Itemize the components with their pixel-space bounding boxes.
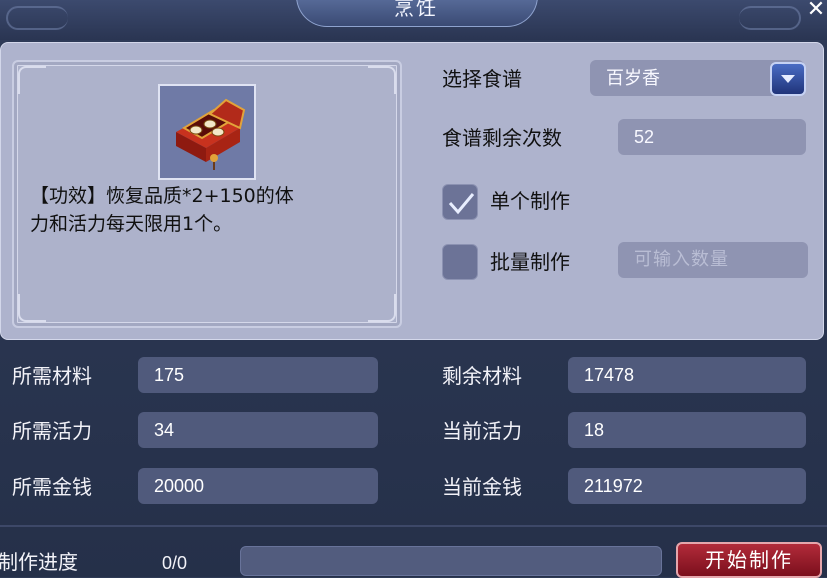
required-material-field: 175 (138, 357, 378, 393)
start-crafting-button[interactable]: 开始制作 (676, 542, 822, 578)
required-money-label: 所需金钱 (12, 475, 92, 499)
progress-label: 制作进度 (0, 550, 78, 574)
required-money-field: 20000 (138, 468, 378, 504)
close-icon[interactable]: ✕ (804, 0, 827, 22)
effect-line-1: 【功效】恢复品质*2+150的体 (30, 185, 294, 207)
batch-quantity-input[interactable]: 可输入数量 (618, 242, 808, 278)
remaining-count-field: 52 (618, 119, 806, 155)
batch-craft-label: 批量制作 (490, 250, 570, 274)
single-craft-checkbox[interactable] (442, 184, 478, 220)
chevron-down-icon (781, 75, 795, 83)
corner-ornament (368, 66, 396, 94)
checkmark-icon (448, 193, 475, 215)
effect-line-2: 力和活力每天限用1个。 (30, 213, 233, 235)
required-vitality-field: 34 (138, 412, 378, 448)
remaining-count-label: 食谱剩余次数 (442, 126, 562, 150)
batch-craft-checkbox[interactable] (442, 244, 478, 280)
item-slot[interactable] (158, 84, 256, 180)
corner-ornament (18, 66, 46, 94)
recipe-dropdown-button[interactable] (770, 62, 806, 96)
current-money-field: 211972 (568, 468, 806, 504)
recipe-label: 选择食谱 (442, 67, 522, 91)
single-craft-label: 单个制作 (490, 189, 570, 213)
corner-ornament (18, 294, 46, 322)
required-vitality-label: 所需活力 (12, 419, 92, 443)
progress-bar (240, 546, 662, 576)
divider (0, 525, 827, 527)
treasure-chest-icon (176, 98, 246, 170)
current-vitality-field: 18 (568, 412, 806, 448)
required-material-label: 所需材料 (12, 364, 92, 388)
current-vitality-label: 当前活力 (442, 419, 522, 443)
title-ornament-right (739, 6, 801, 30)
progress-value: 0/0 (162, 553, 188, 573)
item-effect-text: 【功效】恢复品质*2+150的体 力和活力每天限用1个。 (30, 182, 390, 238)
cooking-window: 烹饪 ✕ 【功效】恢复品质*2+150的体 力和活力每天限用1个。 选择食谱 百… (0, 0, 827, 578)
item-description-panel: 【功效】恢复品质*2+150的体 力和活力每天限用1个。 (12, 60, 402, 328)
remaining-material-field: 17478 (568, 357, 806, 393)
corner-ornament (368, 294, 396, 322)
remaining-material-label: 剩余材料 (442, 364, 522, 388)
title-ornament-left (6, 6, 68, 30)
window-title: 烹饪 (394, 0, 438, 20)
current-money-label: 当前金钱 (442, 475, 522, 499)
